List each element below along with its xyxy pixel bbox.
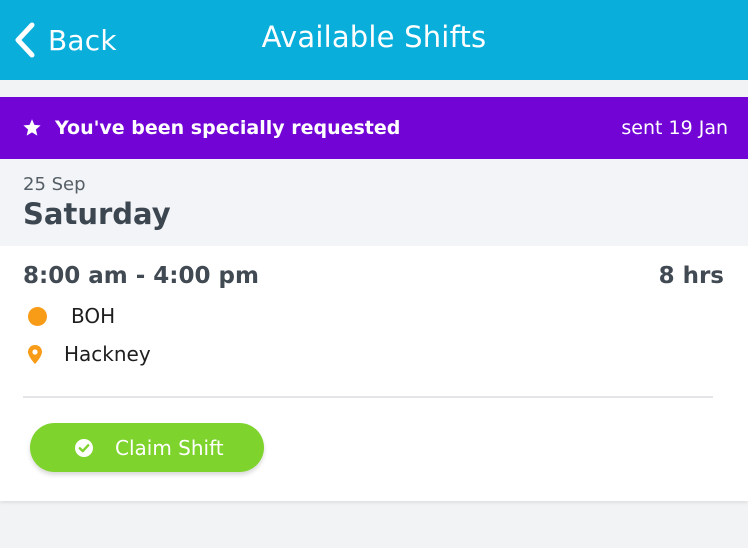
shift-time-row: 8:00 am - 4:00 pm 8 hrs bbox=[23, 263, 724, 289]
shift-role-row: BOH bbox=[28, 304, 115, 328]
shift-location: Hackney bbox=[64, 342, 151, 366]
role-color-dot-icon bbox=[28, 306, 47, 326]
shift-role: BOH bbox=[71, 304, 116, 328]
shift-day: Saturday bbox=[23, 197, 171, 231]
special-request-banner: You've been specially requested sent 19 … bbox=[0, 97, 748, 159]
check-circle-icon bbox=[75, 438, 93, 457]
special-request-text: You've been specially requested bbox=[55, 117, 401, 139]
page-title: Available Shifts bbox=[261, 20, 487, 54]
shift-date-header: 25 Sep Saturday bbox=[0, 159, 748, 246]
shift-card[interactable]: 8:00 am - 4:00 pm 8 hrs BOH Hackney Clai… bbox=[0, 246, 748, 501]
location-pin-icon bbox=[28, 344, 42, 364]
card-divider bbox=[23, 396, 713, 398]
request-sent-date: sent 19 Jan bbox=[621, 117, 728, 139]
shift-location-row: Hackney bbox=[28, 342, 151, 366]
claim-shift-button[interactable]: Claim Shift bbox=[30, 423, 264, 472]
claim-shift-label: Claim Shift bbox=[115, 435, 224, 460]
shift-hours: 8 hrs bbox=[658, 263, 724, 289]
app-header: Back Available Shifts bbox=[0, 0, 748, 80]
shift-date: 25 Sep bbox=[23, 174, 86, 195]
shift-time: 8:00 am - 4:00 pm bbox=[23, 263, 259, 289]
star-icon bbox=[23, 119, 41, 136]
